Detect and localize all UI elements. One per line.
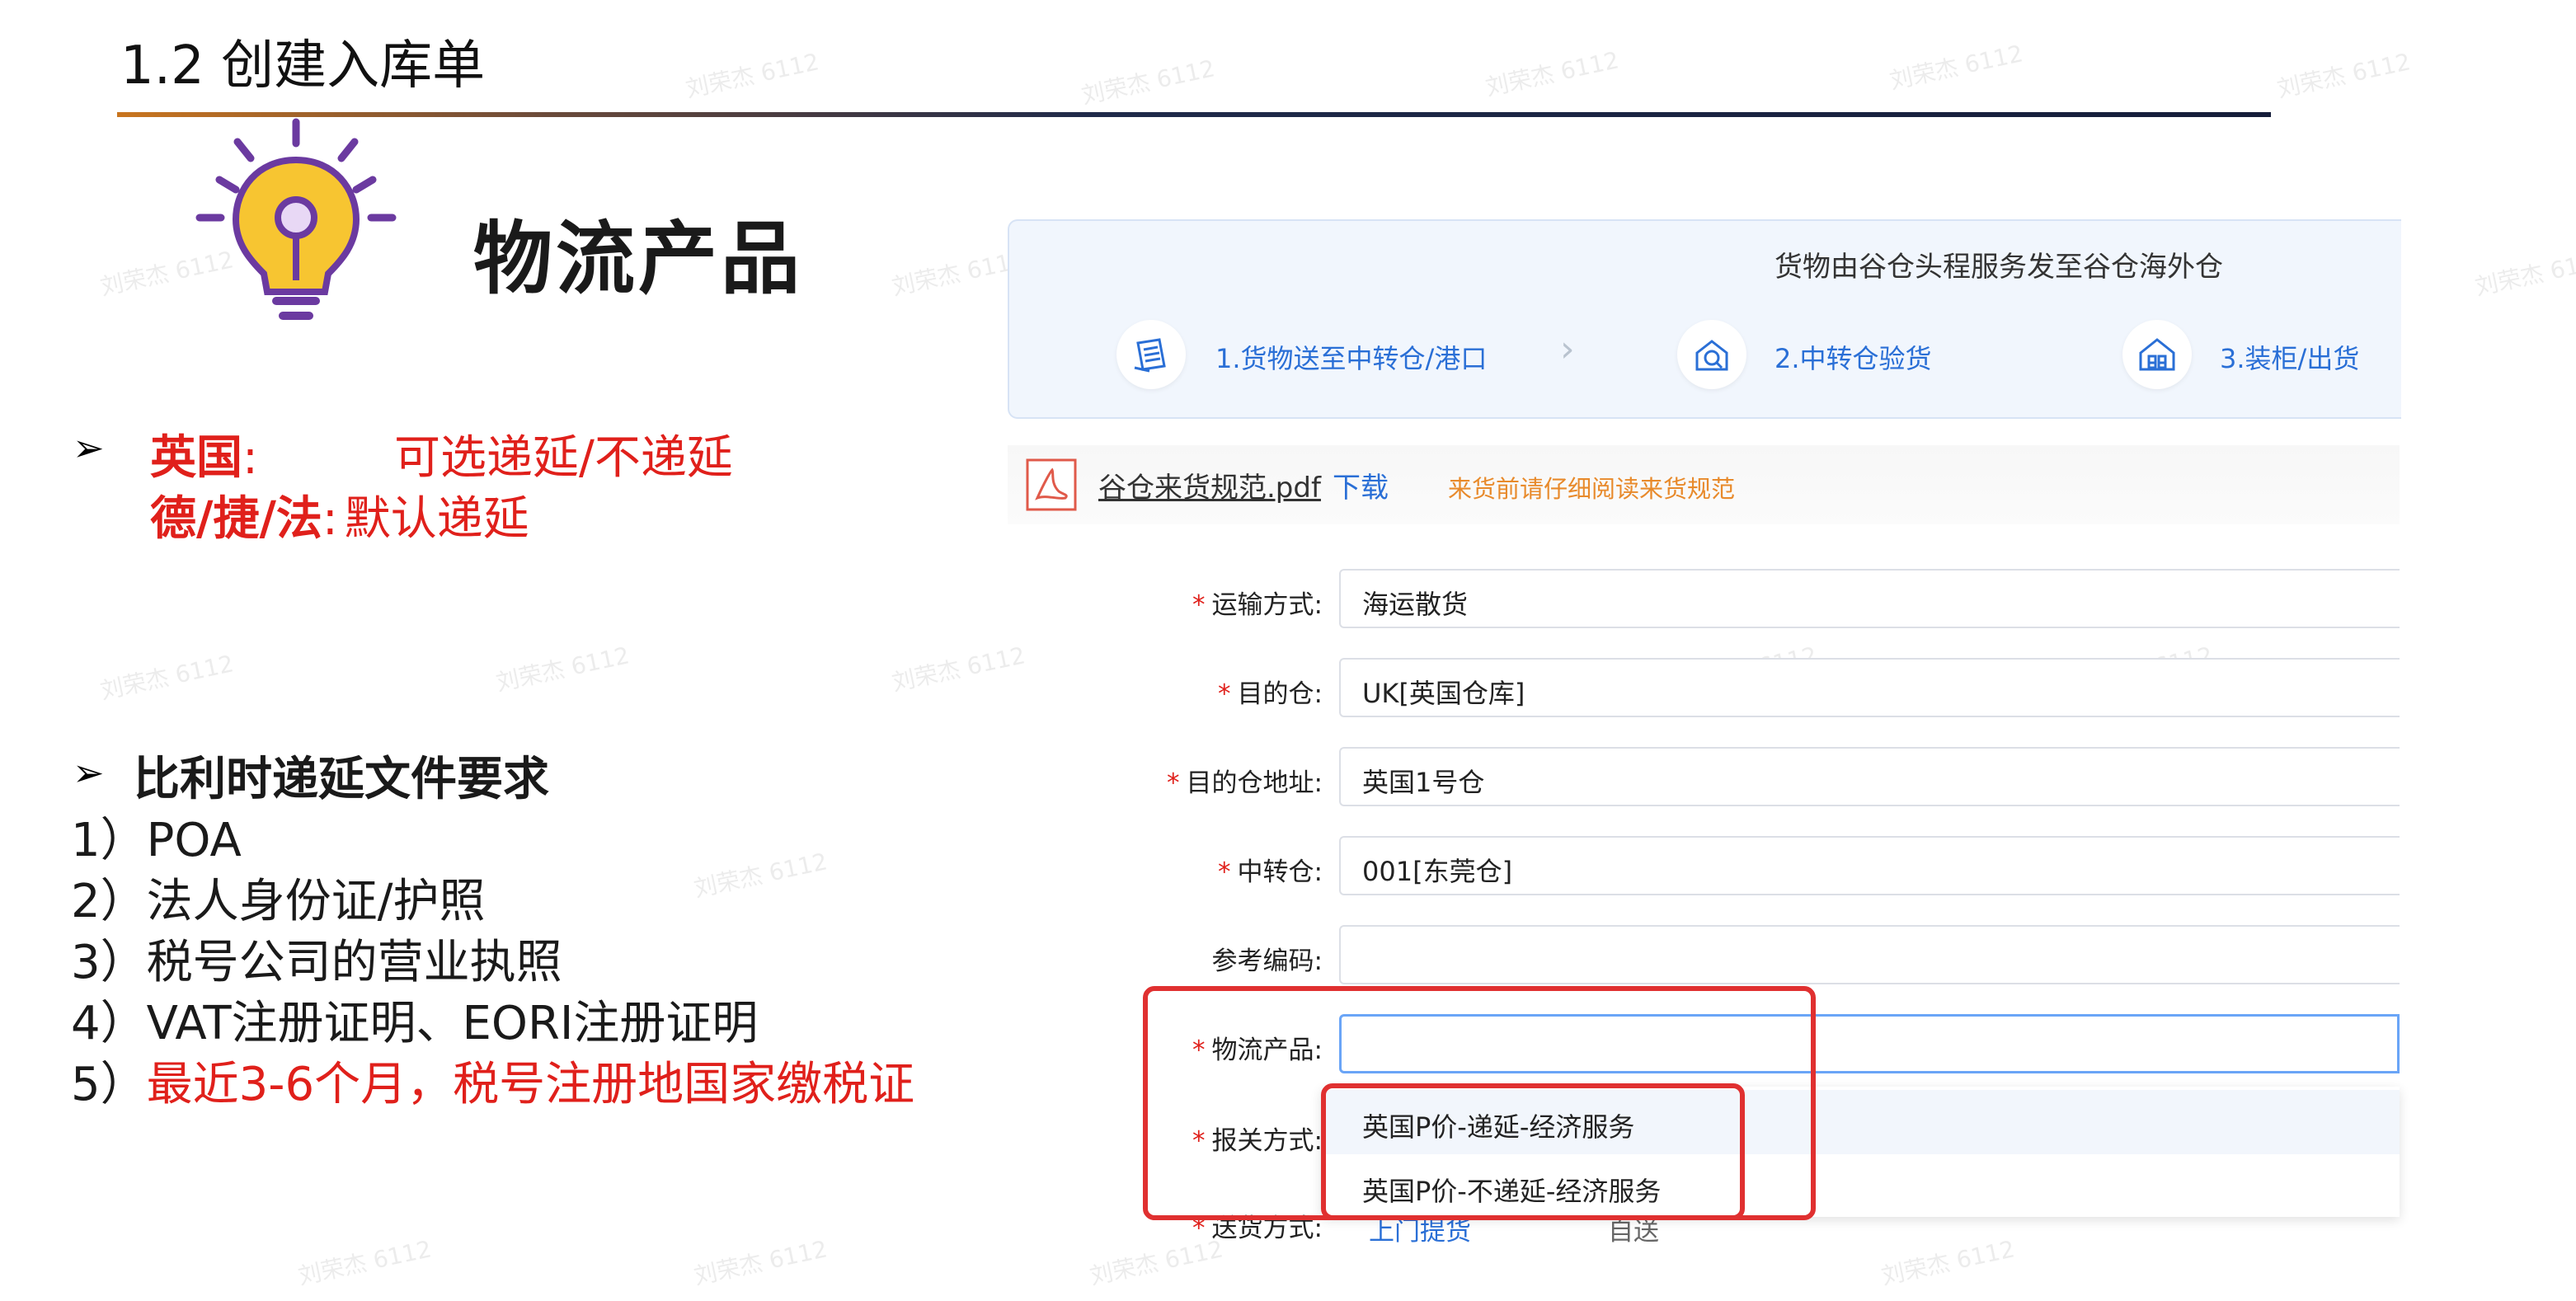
- field-label-reference-code: 参考编码:: [1211, 946, 1323, 976]
- slide-title: 1.2 创建入库单: [120, 35, 486, 96]
- section-heading: 物流产品: [473, 213, 803, 305]
- process-title: 货物由谷仓头程服务发至谷仓海外仓: [1775, 251, 2223, 284]
- reference-code-input[interactable]: [1339, 925, 2400, 984]
- watermark: 刘荣杰 6112: [691, 848, 830, 903]
- field-value: 海运散货: [1362, 589, 1469, 620]
- watermark: 刘荣杰 6112: [97, 650, 237, 705]
- list-item: 2）法人身份证/护照: [71, 875, 486, 928]
- pdf-icon: [1026, 458, 1077, 511]
- shipping-method-select[interactable]: [1339, 569, 2400, 628]
- field-label-transit-warehouse: * 中转仓:: [1218, 857, 1323, 887]
- field-label-warehouse-address: * 目的仓地址:: [1167, 768, 1323, 798]
- list-item: 1）POA: [71, 814, 242, 867]
- list-item: 3）税号公司的营业执照: [71, 936, 562, 989]
- chevron-right-icon: ›: [1560, 328, 1575, 370]
- lightbulb-icon: [195, 118, 397, 320]
- step-label: 2.中转仓验货: [1775, 343, 1932, 374]
- bullet-country-de: 德/捷/法: 默认递延: [150, 492, 529, 546]
- list-item: 4）VAT注册证明、EORI注册证明: [71, 997, 759, 1050]
- watermark: 刘荣杰 6112: [493, 641, 632, 697]
- field-label-destination-warehouse: * 目的仓:: [1218, 679, 1323, 709]
- watermark: 刘荣杰 6112: [1079, 54, 1218, 110]
- watermark: 刘荣杰 6112: [683, 48, 822, 103]
- list-item: 5）最近3-6个月，税号注册地国家缴税证: [71, 1058, 915, 1111]
- title-divider: [117, 112, 2271, 117]
- field-value: UK[英国仓库]: [1362, 678, 1525, 709]
- step-label: 1.货物送至中转仓/港口: [1215, 343, 1488, 374]
- watermark: 刘荣杰 6112: [1483, 46, 1622, 101]
- download-link[interactable]: 下载: [1333, 465, 1389, 505]
- watermark: 刘荣杰 6112: [1887, 40, 2026, 95]
- watermark: 刘荣杰 6112: [1878, 1235, 2018, 1290]
- document-icon: [1116, 320, 1186, 389]
- bullet-country-uk: 英国:: [150, 431, 258, 485]
- warehouse-address-select[interactable]: [1339, 747, 2400, 806]
- field-label-shipping-method: * 运输方式:: [1192, 590, 1323, 620]
- watermark: 刘荣杰 6112: [691, 1235, 830, 1290]
- warehouse-check-icon: [1677, 320, 1746, 389]
- bullet-arrow-icon: ➢: [73, 750, 105, 795]
- bullet-arrow-icon: ➢: [73, 425, 105, 470]
- watermark: 刘荣杰 6112: [295, 1235, 435, 1290]
- watermark: 刘荣杰 6112: [889, 641, 1028, 697]
- field-value: 001[东莞仓]: [1362, 856, 1513, 887]
- highlight-box: [1321, 1083, 1745, 1220]
- pdf-file-link[interactable]: 谷仓来货规范.pdf: [1098, 465, 1321, 505]
- step-label: 3.装柜/出货: [2220, 343, 2360, 374]
- bullet-value-uk: 可选递延/不递延: [394, 431, 733, 485]
- bullet-heading-belgium: 比利时递延文件要求: [134, 753, 549, 806]
- watermark: 刘荣杰 6112: [2274, 48, 2414, 103]
- read-warning: 来货前请仔细阅读来货规范: [1448, 475, 1736, 503]
- container-icon: [2122, 320, 2192, 389]
- field-value: 英国1号仓: [1362, 767, 1485, 798]
- watermark: 刘荣杰 6112: [2472, 246, 2576, 301]
